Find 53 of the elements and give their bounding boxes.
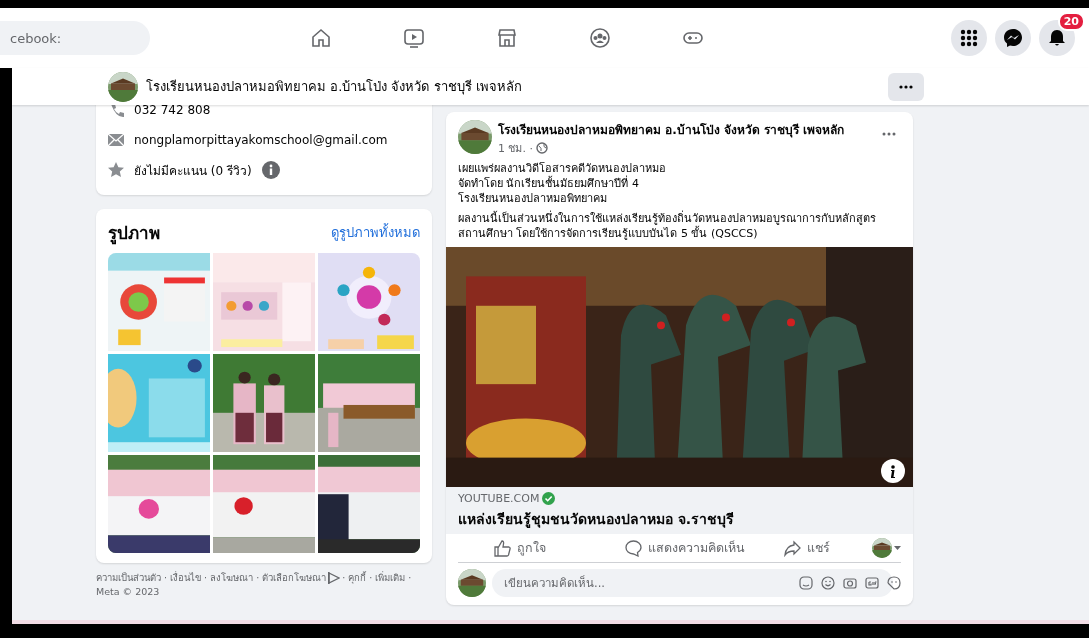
gif-icon[interactable] bbox=[865, 576, 879, 590]
post-time: 1 ชม. · bbox=[498, 141, 533, 157]
page-name: โรงเรียนหนองปลาหมอพิทยาคม อ.บ้านโป่ง จังหวัด ราชบุรี เพจหลัก bbox=[146, 78, 522, 97]
see-all-photos-link[interactable]: ดูรูปภาพทั้งหมด bbox=[331, 221, 420, 243]
sticker-face-icon[interactable] bbox=[887, 576, 901, 590]
post-text: จัดทำโดย นักเรียนชั้นมัธยมศึกษาปีที่ 4 bbox=[458, 176, 640, 191]
comment-field[interactable]: เขียนความคิดเห็น... bbox=[492, 569, 893, 597]
footer-links: ความเป็นส่วนตัว · เงื่อนไข · ลงโฆษณา · ตัวเลือกโฆษณา bbox=[96, 571, 327, 585]
share-icon bbox=[784, 539, 802, 557]
more-icon bbox=[882, 132, 896, 136]
ad-choices-icon bbox=[328, 572, 341, 584]
more-icon bbox=[899, 84, 913, 89]
star-icon bbox=[108, 162, 124, 178]
camera-icon[interactable] bbox=[843, 576, 857, 590]
search-field[interactable]: cebook: bbox=[0, 21, 150, 55]
section-title: รูปภาพ bbox=[108, 221, 160, 246]
grid-icon bbox=[959, 28, 979, 48]
envelope-icon bbox=[108, 133, 124, 147]
link-domain: YOUTUBE.COM bbox=[458, 492, 540, 505]
link-title: แหล่งเรียนรู้ชุมชนวัดหนองปลาหมอ จ.ราชบุรี bbox=[458, 510, 736, 530]
avatar-icon bbox=[458, 569, 486, 597]
copyright-text: Meta © 2023 bbox=[96, 585, 161, 599]
rating-text: ยังไม่มีคะแนน (0 รีวิว) bbox=[134, 162, 252, 180]
info-icon bbox=[888, 463, 898, 479]
messenger-icon bbox=[1003, 28, 1023, 48]
messenger-button[interactable] bbox=[995, 20, 1031, 56]
avatar-icon bbox=[872, 538, 892, 558]
caret-icon bbox=[894, 546, 901, 550]
avatar-icon bbox=[458, 120, 492, 154]
menu-button[interactable] bbox=[951, 20, 987, 56]
link-preview[interactable]: YOUTUBE.COM แหล่งเรียนรู้ชุมชนวัดหนองปลาหมอ จ.ราชบุรี bbox=[446, 487, 913, 534]
footer-links: · คุกกี้ · เพิ่มเติม · bbox=[342, 571, 412, 585]
avatar-icon bbox=[108, 71, 138, 102]
comment-icon bbox=[625, 539, 643, 557]
post-text: ผลงานนี้เป็นส่วนหนึ่งในการใช้แหล่งเรียนรู้ท้องถิ่นวัดหนองปลาหมอบูรณาการกับหลักสูตรสถานศึกษา โดยใช้การจัดการเรียนรู้แบบบันได 5 ขั้น (QSCCS) bbox=[458, 211, 877, 241]
more-button[interactable] bbox=[888, 72, 924, 101]
sticker-icon[interactable] bbox=[799, 576, 813, 590]
emoji-icon[interactable] bbox=[821, 576, 835, 590]
notification-badge: 20 bbox=[1057, 12, 1085, 31]
like-button[interactable]: ถูกใจ bbox=[488, 534, 620, 562]
share-button[interactable]: แชร์ bbox=[778, 534, 872, 562]
video-icon[interactable] bbox=[401, 26, 426, 50]
phone-number: 032 742 808 bbox=[134, 105, 211, 117]
post-author[interactable]: โรงเรียนหนองปลาหมอพิทยาคม อ.บ้านโป่ง จังหวัด ราชบุรี เพจหลัก bbox=[498, 120, 871, 139]
post-text: โรงเรียนหนองปลาหมอพิทยาคม bbox=[458, 191, 608, 206]
info-icon bbox=[261, 161, 280, 179]
email-address: nongplamorpittayakomschool@gmail.com bbox=[134, 133, 388, 147]
comment-button[interactable]: แสดงความคิดเห็น bbox=[619, 534, 779, 562]
group-icon[interactable] bbox=[587, 26, 612, 50]
globe-icon bbox=[536, 142, 548, 154]
bell-icon bbox=[1047, 28, 1067, 48]
post-text: เผยแพร่ผลงานวิดีโอสารคดีวัดหนองปลาหมอ bbox=[458, 161, 667, 175]
like-icon bbox=[494, 539, 511, 557]
